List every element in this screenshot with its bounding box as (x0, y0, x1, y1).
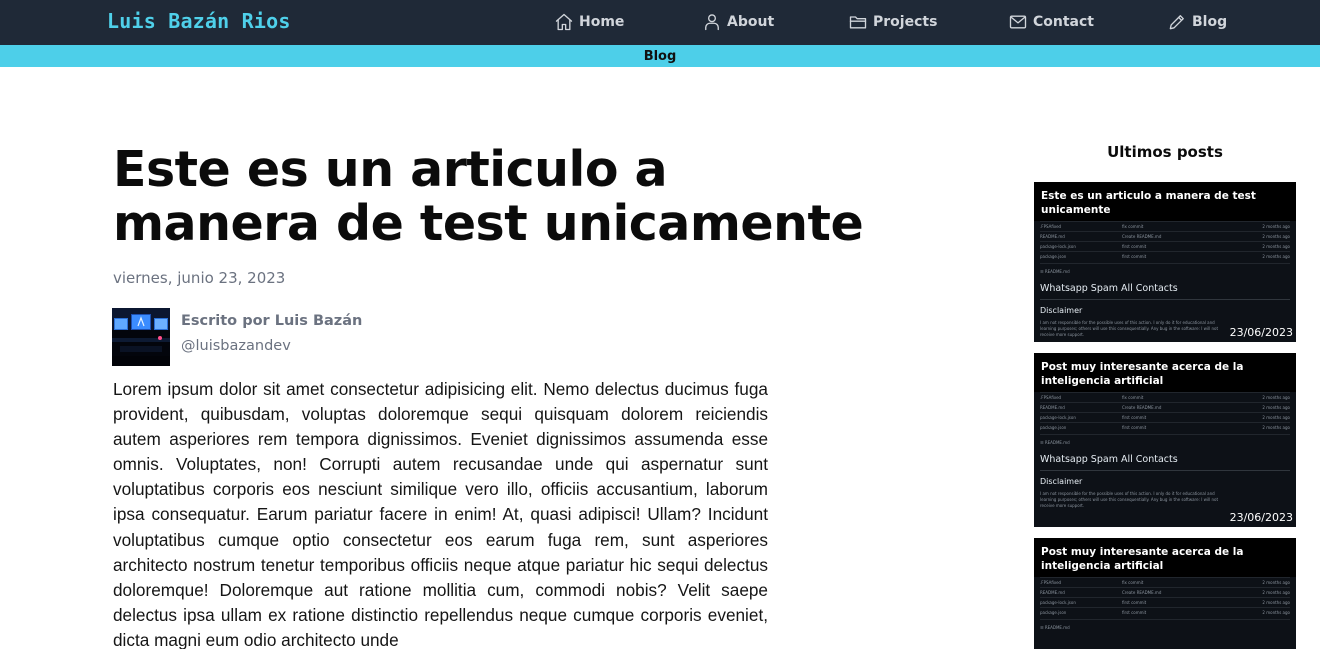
post-card[interactable]: Post muy interesante acerca de la inteli… (1034, 538, 1296, 649)
nav-label-projects: Projects (873, 14, 938, 30)
article-title: Este es un articulo a manera de test uni… (113, 141, 864, 252)
folder-icon (849, 16, 867, 29)
post-card-title: Post muy interesante acerca de la inteli… (1034, 353, 1296, 392)
article-body: Lorem ipsum dolor sit amet consectetur a… (113, 379, 768, 649)
nav-item-contact[interactable]: Contact (1008, 10, 1094, 34)
author-avatar (112, 308, 170, 366)
mail-icon (1009, 15, 1027, 29)
section-banner: Blog (0, 45, 1320, 67)
home-icon (555, 13, 573, 31)
user-icon (705, 14, 719, 31)
top-navbar: Luis Bazán Rios Home About Projects Cont… (0, 0, 1320, 45)
post-thumbnail: .FPSAfixed fix commit 2 months ago README.… (1034, 577, 1296, 635)
nav-label-about: About (727, 14, 775, 30)
latest-posts-heading: Ultimos posts (1107, 143, 1223, 161)
post-card[interactable]: Post muy interesante acerca de la inteli… (1034, 353, 1296, 527)
nav-item-projects[interactable]: Projects (848, 10, 937, 34)
nav-label-blog: Blog (1192, 14, 1228, 30)
article-date: viernes, junio 23, 2023 (113, 269, 286, 287)
nav-label-home: Home (579, 14, 625, 30)
author-handle[interactable]: @luisbazandev (181, 338, 291, 354)
site-brand[interactable]: Luis Bazán Rios (107, 9, 291, 33)
post-card-date: 23/06/2023 (1229, 326, 1293, 339)
nav-item-blog[interactable]: Blog (1167, 10, 1227, 34)
post-card[interactable]: Este es un articulo a manera de test uni… (1034, 182, 1296, 342)
author-name: Escrito por Luis Bazán (181, 313, 363, 329)
post-thumbnail-heading: Whatsapp Spam All Contacts (1040, 283, 1178, 294)
post-thumbnail-subheading: Disclaimer (1040, 477, 1083, 486)
nav-label-contact: Contact (1033, 14, 1094, 30)
post-card-title: Post muy interesante acerca de la inteli… (1034, 538, 1296, 577)
post-thumbnail-heading: Whatsapp Spam All Contacts (1040, 454, 1178, 465)
post-thumbnail: .FPSAfixed fix commit 2 months ago README.… (1034, 221, 1296, 338)
post-thumbnail: .FPSAfixed fix commit 2 months ago README.… (1034, 392, 1296, 509)
nav-item-about[interactable]: About (702, 10, 774, 34)
pencil-icon (1169, 15, 1184, 30)
nav-item-home[interactable]: Home (554, 10, 624, 34)
post-thumbnail-subheading: Disclaimer (1040, 306, 1083, 315)
section-banner-label: Blog (643, 49, 677, 64)
post-card-date: 23/06/2023 (1229, 511, 1293, 524)
post-card-title: Este es un articulo a manera de test uni… (1034, 182, 1296, 221)
